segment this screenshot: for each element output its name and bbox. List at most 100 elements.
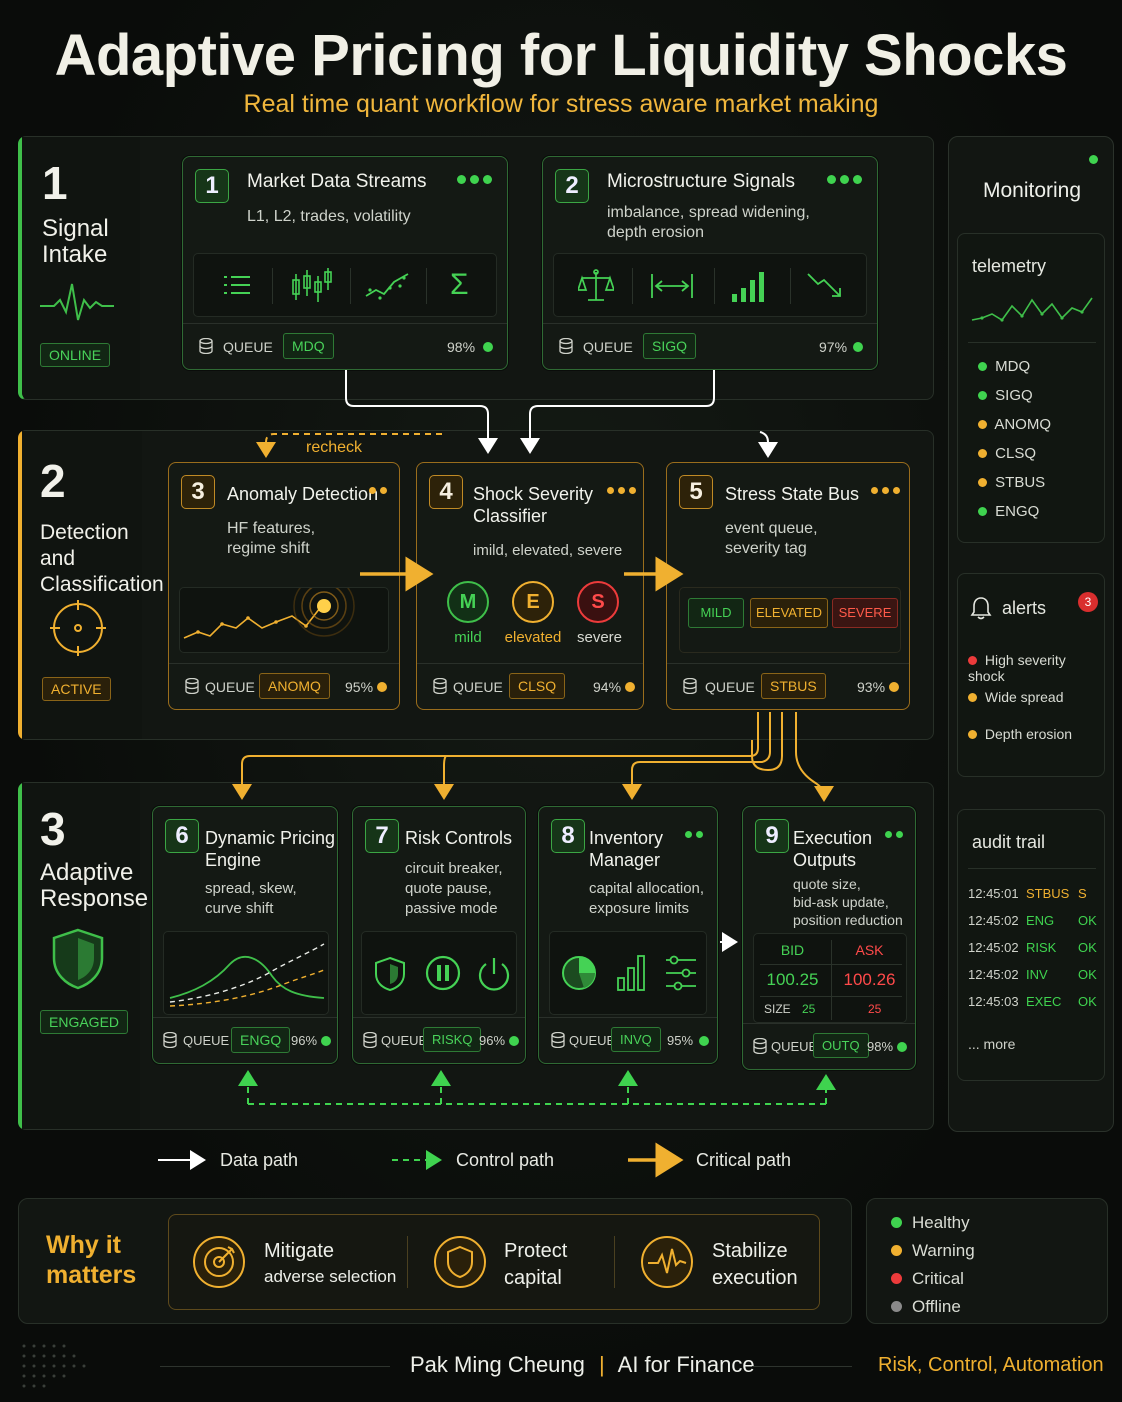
alert-high-severity[interactable]: High severity shock bbox=[968, 652, 1104, 684]
bid-label: BID bbox=[780, 942, 805, 958]
queue-health-pct: 96% bbox=[291, 1033, 318, 1048]
status-dot bbox=[968, 693, 977, 702]
diagram-canvas: Adaptive Pricing for Liquidity Shocks Re… bbox=[0, 0, 1122, 1402]
card-shock-severity-classifier[interactable]: 4 Shock Severity Classifier imild, eleva… bbox=[416, 462, 644, 710]
pricing-curve-chart bbox=[169, 943, 325, 1007]
queue-health-pct: 98% bbox=[447, 339, 476, 355]
telemetry-title: telemetry bbox=[972, 256, 1047, 276]
queue-status-dot bbox=[509, 1036, 519, 1046]
queue-badge-riskq: RISKQ bbox=[423, 1027, 482, 1052]
queue-label: QUEUE bbox=[205, 679, 255, 695]
stage-3-label: 3 Adaptive Response bbox=[40, 803, 149, 912]
queue-status-dot bbox=[853, 342, 863, 352]
card-1-footer: QUEUE MDQ 98% bbox=[183, 323, 507, 369]
queue-health-pct: 95% bbox=[667, 1033, 694, 1048]
monitor-queue-clsq: CLSQ bbox=[978, 445, 1036, 462]
pie-chart-icon bbox=[562, 956, 596, 990]
size-label: SIZE bbox=[764, 1002, 791, 1016]
dot-grid-decoration bbox=[22, 1344, 86, 1388]
card-8-status-dots bbox=[685, 827, 707, 841]
database-icon bbox=[753, 1038, 767, 1054]
queue-status-dot bbox=[625, 682, 635, 692]
footer-author: Pak Ming Cheung bbox=[410, 1352, 585, 1377]
queue-health-pct: 93% bbox=[857, 679, 886, 695]
queue-health-pct: 94% bbox=[593, 679, 622, 695]
database-icon bbox=[163, 1032, 177, 1048]
power-icon bbox=[478, 958, 510, 991]
card-6-description: spread, skew, curve shift bbox=[205, 880, 297, 917]
legend-critical-path: Critical path bbox=[696, 1150, 792, 1170]
monitor-queue-mdq: MDQ bbox=[978, 358, 1030, 375]
card-5-number: 5 bbox=[679, 475, 713, 509]
card-5-title: Stress State Bus bbox=[725, 484, 860, 504]
status-dot bbox=[891, 1217, 902, 1228]
card-6-title: Dynamic Pricing Engine bbox=[205, 828, 336, 870]
severity-elevated-circle: E bbox=[512, 581, 554, 623]
alerts-panel[interactable]: alerts 3 High severity shock Wide spread… bbox=[957, 573, 1105, 777]
alert-wide-spread[interactable]: Wide spread bbox=[968, 689, 1063, 705]
card-market-data-streams[interactable]: 1 Market Data Streams L1, L2, trades, vo… bbox=[182, 156, 508, 370]
card-2-number: 2 bbox=[555, 169, 589, 203]
audit-trail-panel[interactable]: audit trail 12:45:01 STBUS S 12:45:02 ENG OK… bbox=[957, 809, 1105, 1081]
recheck-label: recheck bbox=[306, 439, 363, 456]
queue-health-pct: 97% bbox=[819, 339, 848, 355]
card-9-title: Execution Outputs bbox=[793, 828, 873, 870]
why-title: Why it matters bbox=[46, 1231, 137, 1289]
queue-badge-engq: ENGQ bbox=[231, 1027, 291, 1053]
queue-label: QUEUE bbox=[583, 339, 633, 355]
balance-scale-icon bbox=[578, 269, 614, 301]
alert-depth-erosion[interactable]: Depth erosion bbox=[968, 726, 1072, 742]
database-icon bbox=[185, 678, 199, 694]
stage-1-label: 1 Signal Intake bbox=[42, 160, 109, 268]
status-dot bbox=[978, 507, 987, 516]
bar-chart-icon bbox=[732, 272, 764, 302]
status-dot bbox=[968, 656, 977, 665]
queue-status-dot bbox=[699, 1036, 709, 1046]
card-inventory-manager[interactable]: 8 Inventory Manager capital allocation, … bbox=[538, 806, 718, 1064]
severity-tags-panel: MILD ELEVATED SEVERE bbox=[679, 587, 901, 653]
card-9-description: quote size, bid-ask update, position red… bbox=[793, 876, 903, 928]
spread-arrows-icon bbox=[651, 274, 693, 298]
monitoring-online-dot bbox=[1089, 155, 1098, 164]
status-dot bbox=[891, 1301, 902, 1312]
why-item-stabilize: Stabilize execution bbox=[712, 1240, 798, 1289]
status-dot bbox=[978, 391, 987, 400]
queue-label: QUEUE bbox=[223, 339, 273, 355]
severity-elevated: E elevated bbox=[501, 581, 565, 646]
audit-row: 12:45:02 ENG OK bbox=[968, 913, 1097, 928]
status-dot bbox=[968, 730, 977, 739]
stage-3-status-badge: ENGAGED bbox=[40, 1010, 129, 1034]
telemetry-sparkline bbox=[971, 297, 1093, 322]
card-dynamic-pricing-engine[interactable]: 6 Dynamic Pricing Engine spread, skew, c… bbox=[152, 806, 338, 1064]
card-risk-controls[interactable]: 7 Risk Controls circuit breaker, quote p… bbox=[352, 806, 526, 1064]
card-5-status-dots bbox=[871, 483, 904, 497]
footer-separator: | bbox=[599, 1352, 605, 1377]
queue-badge-clsq: CLSQ bbox=[509, 673, 566, 699]
card-3-number: 3 bbox=[181, 475, 215, 509]
footer-credit: Pak Ming Cheung | AI for Finance bbox=[410, 1352, 755, 1378]
database-icon bbox=[559, 338, 573, 354]
legend-data-path: Data path bbox=[220, 1150, 299, 1170]
pricing-curve-panel bbox=[163, 931, 329, 1015]
database-icon bbox=[199, 338, 213, 354]
database-icon bbox=[551, 1032, 565, 1048]
card-stress-state-bus[interactable]: 5 Stress State Bus event queue, severity… bbox=[666, 462, 910, 710]
card-execution-outputs[interactable]: 9 Execution Outputs quote size, bid-ask … bbox=[742, 806, 916, 1070]
card-5-description: event queue, severity tag bbox=[725, 520, 818, 557]
queue-badge-outq: OUTQ bbox=[813, 1033, 869, 1058]
queue-badge-anomq: ANOMQ bbox=[259, 673, 330, 699]
card-9-footer: QUEUE OUTQ 98% bbox=[743, 1023, 915, 1069]
trend-scatter-icon bbox=[365, 273, 409, 300]
stage-1-status-badge: ONLINE bbox=[40, 343, 111, 367]
status-dot bbox=[891, 1245, 902, 1256]
card-anomaly-detection[interactable]: 3 Anomaly Detection HF features, regime … bbox=[168, 462, 400, 710]
audit-more-link[interactable]: ... more bbox=[968, 1036, 1015, 1052]
queue-badge-sigq: SIGQ bbox=[643, 333, 697, 359]
card-6-number: 6 bbox=[165, 819, 199, 853]
legend-control-path: Control path bbox=[456, 1150, 555, 1170]
anomaly-sparkline bbox=[183, 588, 355, 639]
card-4-description: imild, elevated, severe bbox=[473, 542, 623, 559]
queue-health-pct: 95% bbox=[345, 679, 374, 695]
queue-label: QUEUE bbox=[569, 1033, 616, 1048]
card-microstructure-signals[interactable]: 2 Microstructure Signals imbalance, spre… bbox=[542, 156, 878, 370]
